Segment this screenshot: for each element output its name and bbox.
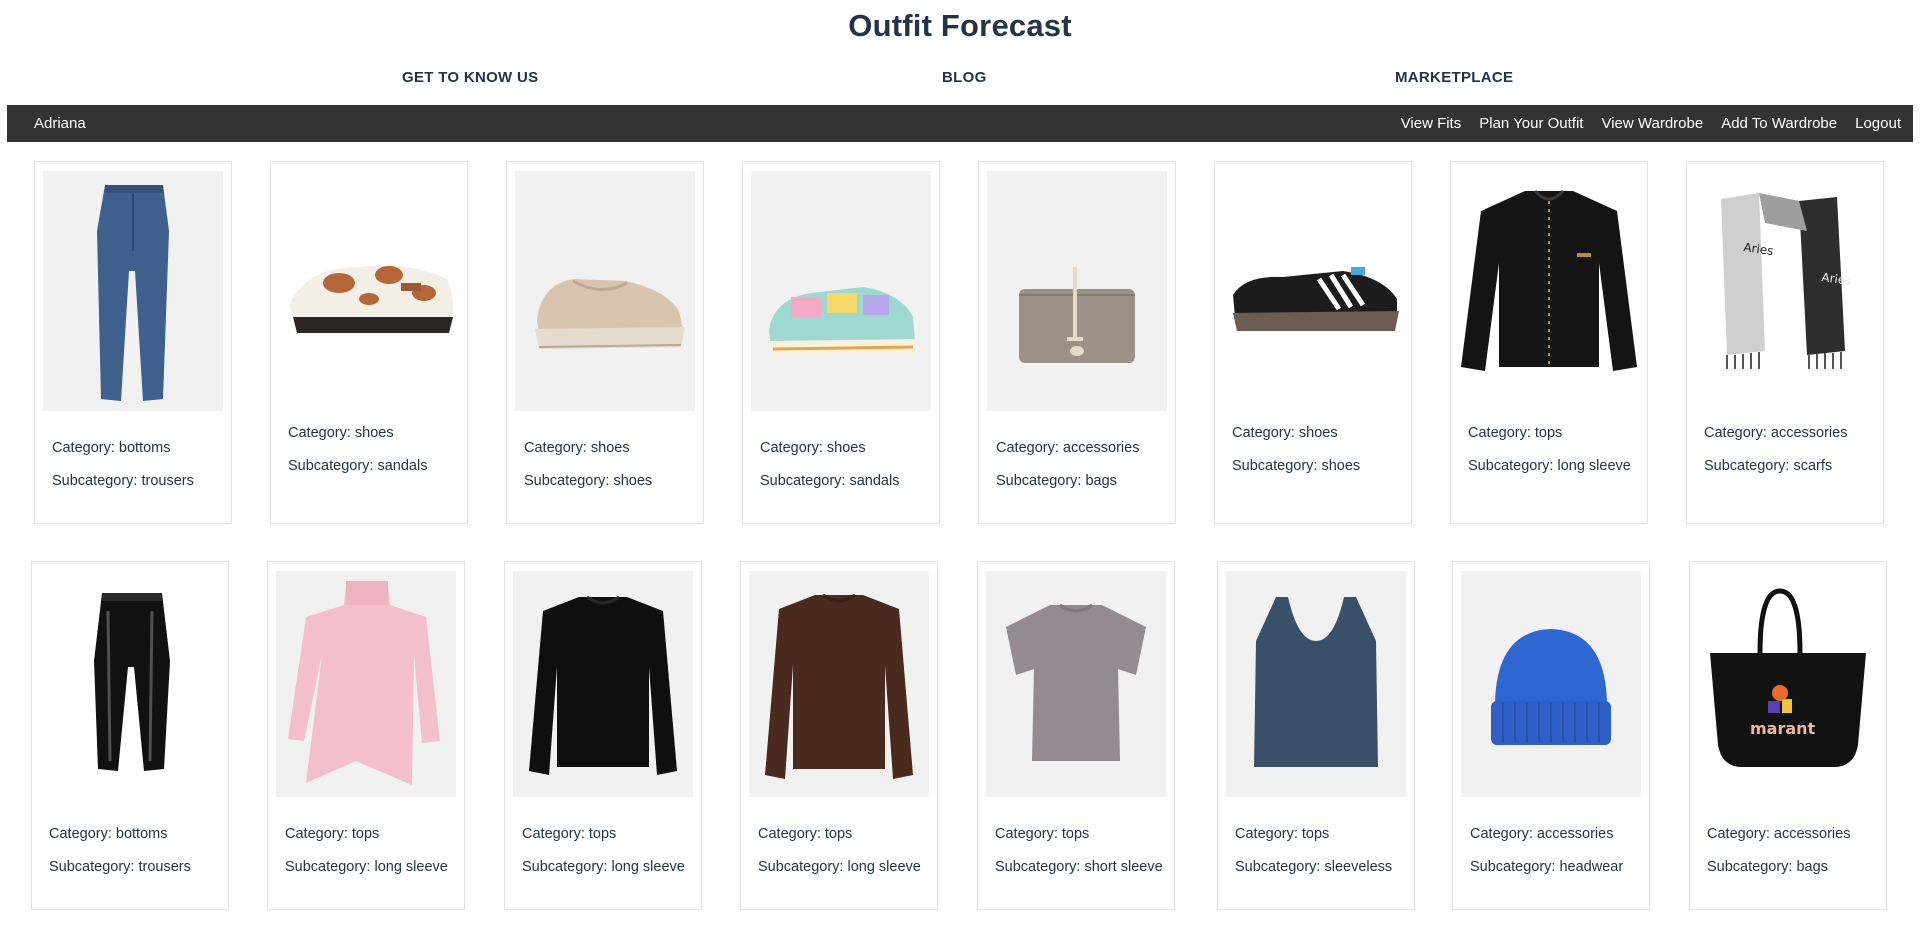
tank-top-icon bbox=[1226, 571, 1406, 797]
wardrobe-item-card[interactable]: Category: tops Subcategory: long sleeve bbox=[504, 561, 702, 910]
wardrobe-item-card[interactable]: Category: tops Subcategory: long sleeve bbox=[1450, 161, 1648, 524]
wardrobe-item-card[interactable]: Category: accessories Subcategory: headw… bbox=[1452, 561, 1650, 910]
wardrobe-item-card[interactable]: Category: shoes Subcategory: shoes bbox=[1214, 161, 1412, 524]
item-category: Category: accessories bbox=[1704, 425, 1848, 441]
app-bar: Adriana View Fits Plan Your Outfit View … bbox=[7, 105, 1913, 142]
wardrobe-item-card[interactable]: Category: accessories Subcategory: bags bbox=[978, 161, 1176, 524]
page: Outfit Forecast GET TO KNOW US BLOG MARK… bbox=[0, 0, 1920, 936]
item-subcategory: Subcategory: shoes bbox=[1232, 458, 1361, 474]
tote-logo-text: marant bbox=[1750, 719, 1816, 738]
wardrobe-item-card[interactable]: Category: tops Subcategory: sleeveless bbox=[1217, 561, 1415, 910]
rainbow-sneaker-icon bbox=[751, 171, 931, 411]
item-category: Category: tops bbox=[1235, 826, 1330, 842]
wardrobe-item-card[interactable]: marant Category: accessories Subcategory… bbox=[1689, 561, 1887, 910]
user-name[interactable]: Adriana bbox=[34, 115, 86, 132]
beanie-icon bbox=[1461, 571, 1641, 797]
wardrobe-item-card[interactable]: Aries Aries Category: accessories Subcat… bbox=[1686, 161, 1884, 524]
tote-bag-icon: marant bbox=[1698, 571, 1878, 797]
cow-print-clog-icon bbox=[279, 171, 459, 411]
item-subcategory: Subcategory: long sleeve bbox=[758, 859, 921, 875]
nav-get-to-know-us[interactable]: GET TO KNOW US bbox=[402, 69, 538, 86]
item-category: Category: tops bbox=[522, 826, 617, 842]
item-category: Category: shoes bbox=[524, 440, 630, 456]
brown-sweatshirt-icon bbox=[749, 571, 929, 797]
jeans-icon bbox=[43, 171, 223, 411]
vinyl-trousers-icon bbox=[40, 571, 220, 797]
item-subcategory: Subcategory: long sleeve bbox=[1468, 458, 1631, 474]
item-subcategory: Subcategory: trousers bbox=[49, 859, 191, 875]
logout-link[interactable]: Logout bbox=[1855, 115, 1901, 132]
item-category: Category: accessories bbox=[996, 440, 1140, 456]
item-subcategory: Subcategory: scarfs bbox=[1704, 458, 1833, 474]
wardrobe-item-card[interactable]: Category: tops Subcategory: short sleeve bbox=[977, 561, 1175, 910]
wardrobe-item-card[interactable]: Category: shoes Subcategory: shoes bbox=[506, 161, 704, 524]
wardrobe-item-card[interactable]: Category: tops Subcategory: long sleeve bbox=[267, 561, 465, 910]
loafer-icon bbox=[515, 171, 695, 411]
item-subcategory: Subcategory: shoes bbox=[524, 473, 653, 489]
item-subcategory: Subcategory: trousers bbox=[52, 473, 194, 489]
item-category: Category: bottoms bbox=[49, 826, 168, 842]
clutch-bag-icon bbox=[987, 171, 1167, 411]
site-title[interactable]: Outfit Forecast bbox=[0, 8, 1920, 44]
black-cardigan-icon bbox=[1459, 171, 1639, 411]
item-subcategory: Subcategory: sandals bbox=[288, 458, 428, 474]
item-category: Category: shoes bbox=[288, 425, 394, 441]
item-category: Category: shoes bbox=[1232, 425, 1338, 441]
add-to-wardrobe-link[interactable]: Add To Wardrobe bbox=[1721, 115, 1837, 132]
black-sneaker-icon bbox=[1223, 171, 1403, 411]
item-category: Category: shoes bbox=[760, 440, 866, 456]
item-subcategory: Subcategory: short sleeve bbox=[995, 859, 1163, 875]
scarf-icon: Aries Aries bbox=[1695, 171, 1875, 411]
item-category: Category: tops bbox=[995, 826, 1090, 842]
nav-marketplace[interactable]: MARKETPLACE bbox=[1395, 69, 1513, 86]
view-wardrobe-link[interactable]: View Wardrobe bbox=[1601, 115, 1703, 132]
nav-blog[interactable]: BLOG bbox=[942, 69, 987, 86]
wardrobe-item-card[interactable]: Category: bottoms Subcategory: trousers bbox=[34, 161, 232, 524]
item-subcategory: Subcategory: headwear bbox=[1470, 859, 1624, 875]
item-subcategory: Subcategory: bags bbox=[996, 473, 1117, 489]
item-subcategory: Subcategory: long sleeve bbox=[522, 859, 685, 875]
item-category: Category: bottoms bbox=[52, 440, 171, 456]
wardrobe-item-card[interactable]: Category: shoes Subcategory: sandals bbox=[270, 161, 468, 524]
wardrobe-item-card[interactable]: Category: tops Subcategory: long sleeve bbox=[740, 561, 938, 910]
black-sweatshirt-icon bbox=[513, 571, 693, 797]
item-category: Category: accessories bbox=[1707, 826, 1851, 842]
app-bar-links: View Fits Plan Your Outfit View Wardrobe… bbox=[1401, 115, 1901, 132]
item-subcategory: Subcategory: sandals bbox=[760, 473, 900, 489]
plan-your-outfit-link[interactable]: Plan Your Outfit bbox=[1479, 115, 1583, 132]
item-subcategory: Subcategory: long sleeve bbox=[285, 859, 448, 875]
item-category: Category: tops bbox=[1468, 425, 1563, 441]
tshirt-icon bbox=[986, 571, 1166, 797]
item-subcategory: Subcategory: bags bbox=[1707, 859, 1828, 875]
wardrobe-item-card[interactable]: Category: shoes Subcategory: sandals bbox=[742, 161, 940, 524]
item-category: Category: tops bbox=[758, 826, 853, 842]
view-fits-link[interactable]: View Fits bbox=[1401, 115, 1462, 132]
pink-sweater-icon bbox=[276, 571, 456, 797]
item-category: Category: accessories bbox=[1470, 826, 1614, 842]
wardrobe-item-card[interactable]: Category: bottoms Subcategory: trousers bbox=[31, 561, 229, 910]
item-category: Category: tops bbox=[285, 826, 380, 842]
item-subcategory: Subcategory: sleeveless bbox=[1235, 859, 1393, 875]
